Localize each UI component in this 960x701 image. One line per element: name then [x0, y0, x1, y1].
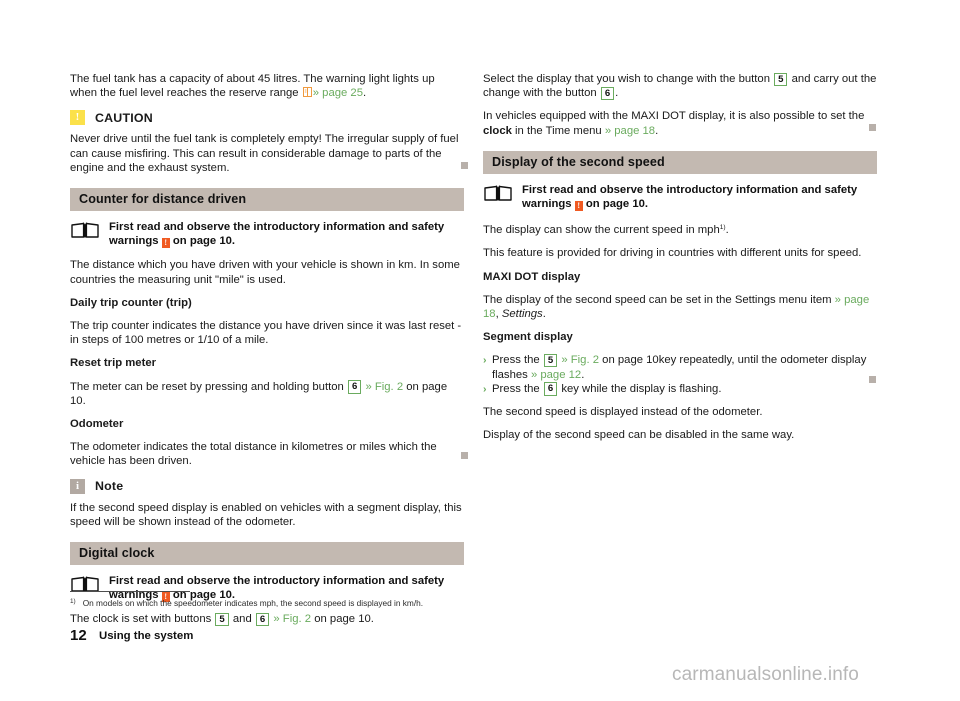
safety-text-suffix: on page 10. [169, 235, 236, 248]
daily-trip-lead: Daily trip counter (trip) [70, 296, 192, 309]
section-header-digital-clock: Digital clock [70, 542, 464, 566]
intro-text-before: The fuel tank has a capacity of about 45… [70, 73, 435, 100]
note-label: Note [95, 479, 124, 494]
bullet-arrow-icon: › [483, 382, 487, 395]
caution-header: ! CAUTION [70, 110, 464, 126]
footnote: 1) On models on which the speedometer ind… [70, 596, 470, 609]
distance-paragraph: The distance which you have driven with … [70, 259, 460, 286]
odometer-lead: Odometer [70, 418, 124, 431]
intro-text-after: . [363, 87, 367, 100]
second-speed-paragraph-4: Display of the second speed can be disab… [483, 429, 795, 442]
note-body: If the second speed display is enabled o… [70, 501, 462, 528]
select-text-after: . [615, 87, 619, 100]
figure-reference-2[interactable]: » Fig. 2 [273, 613, 311, 625]
maxi-dot-display-lead: MAXI DOT display [483, 270, 581, 283]
safety-text-prefix: First read and observe the introductory … [522, 183, 858, 211]
page-reference-25[interactable]: » page 25 [313, 87, 363, 99]
bullet1-before: Press the [492, 354, 543, 367]
bullet1-after: . [581, 368, 585, 381]
left-column: The fuel tank has a capacity of about 45… [70, 72, 464, 636]
segment-display-lead: Segment display [483, 331, 573, 344]
end-of-topic-marker [869, 124, 876, 131]
key-box-5[interactable]: 5 [774, 72, 788, 86]
warning-exclamation-icon: ! [161, 238, 170, 248]
note-header: i Note [70, 478, 464, 494]
book-icon [70, 575, 100, 595]
select-display-paragraph: Select the display that you wish to chan… [483, 72, 877, 101]
speed-text-after: . [725, 224, 729, 237]
reset-trip-lead: Reset trip meter [70, 357, 157, 370]
settings-italic: Settings [501, 308, 543, 321]
caution-body: Never drive until the fuel tank is compl… [70, 133, 459, 174]
safety-text-prefix: First read and observe the introductory … [109, 221, 445, 248]
bullet-arrow-icon: › [483, 354, 487, 367]
footnote-text: On models on which the speedometer indic… [82, 598, 424, 608]
second-speed-paragraph-1: The display can show the current speed i… [483, 221, 877, 237]
key-box-6[interactable]: 6 [543, 382, 558, 396]
safety-notice-second-speed: First read and observe the introductory … [483, 183, 877, 211]
clock-text-middle: and [229, 613, 255, 626]
daily-trip-body: The trip counter indicates the distance … [70, 320, 462, 347]
section-header-display-of-the-second-speed: Display of the second speed [483, 150, 877, 174]
key-box-5[interactable]: 5 [215, 612, 229, 627]
book-icon [70, 221, 100, 241]
list-item: › Press the 5 » Fig. 2 on page 10key rep… [483, 353, 877, 381]
segment-bullet-1-text: Press the 5 » Fig. 2 on page 10key repea… [492, 353, 877, 381]
section-header-counter-for-distance-driven: Counter for distance driven [70, 188, 464, 212]
watermark: carmanualsonline.info [672, 664, 859, 685]
maxi-dot-display-body: The display of the second speed can be s… [483, 293, 877, 321]
display-icon [302, 87, 312, 98]
key-box-6[interactable]: 6 [255, 612, 270, 627]
intro-paragraph: The fuel tank has a capacity of about 45… [70, 72, 464, 100]
key-box-5[interactable]: 5 [543, 353, 558, 368]
bullet2-before: Press the [492, 382, 543, 395]
page-number: 12 [70, 627, 87, 644]
note-icon: i [70, 478, 85, 494]
maxidot-bold-clock: clock [483, 124, 512, 137]
maxi-dot-clock-paragraph: In vehicles equipped with the MAXI DOT d… [483, 109, 877, 137]
end-of-topic-marker [461, 452, 468, 459]
list-item: › Press the 6 key while the display is f… [483, 382, 877, 396]
safety-notice-text: First read and observe the introductory … [109, 220, 464, 248]
safety-text-suffix: on page 10. [582, 198, 649, 211]
reset-trip-text-before: The meter can be reset by pressing and h… [70, 380, 347, 393]
maxidot-text-after: . [655, 124, 659, 137]
book-icon [483, 184, 513, 204]
maxidot-text-before: In vehicles equipped with the MAXI DOT d… [483, 110, 865, 123]
bullet2-after: key while the display is flashing. [558, 382, 722, 395]
footnote-divider [70, 591, 190, 592]
clock-setting-body: The clock is set with buttons 5 and 6 » … [70, 612, 464, 627]
clock-text-after: on page 10. [311, 613, 374, 626]
select-text-before: Select the display that you wish to chan… [483, 73, 774, 85]
footnote-marker: 1) [70, 598, 76, 605]
key-box-6[interactable]: 6 [600, 86, 615, 101]
reset-trip-body: The meter can be reset by pressing and h… [70, 380, 464, 408]
end-of-topic-marker [869, 376, 876, 383]
second-speed-paragraph-2: This feature is provided for driving in … [483, 247, 862, 260]
end-of-topic-marker [461, 162, 468, 169]
speed-text-before: The display can show the current speed i… [483, 224, 720, 237]
safety-notice-counter: First read and observe the introductory … [70, 220, 464, 248]
clock-text-before: The clock is set with buttons [70, 613, 215, 626]
page-reference-18[interactable]: » page 18 [605, 125, 655, 137]
maxidot-body-before: The display of the second speed can be s… [483, 293, 835, 306]
second-speed-paragraph-3: The second speed is displayed instead of… [483, 406, 763, 419]
key-box-6[interactable]: 6 [347, 380, 362, 394]
caution-icon: ! [70, 110, 85, 126]
right-column: Select the display that you wish to chan… [483, 72, 877, 451]
figure-reference-2[interactable]: » Fig. 2 [561, 354, 599, 366]
maxidot-text-middle: in the Time menu [511, 124, 605, 137]
safety-notice-text: First read and observe the introductory … [522, 183, 877, 211]
figure-reference-2[interactable]: » Fig. 2 [365, 381, 403, 393]
odometer-body: The odometer indicates the total distanc… [70, 441, 437, 468]
manual-page: The fuel tank has a capacity of about 45… [0, 0, 960, 701]
caution-label: CAUTION [95, 110, 153, 125]
page-footer-title: Using the system [99, 630, 194, 642]
page-reference-12[interactable]: » page 12 [531, 369, 581, 381]
segment-bullet-2-text: Press the 6 key while the display is fla… [492, 382, 877, 396]
warning-exclamation-icon: ! [574, 201, 583, 211]
maxidot-body-after: . [542, 308, 546, 321]
